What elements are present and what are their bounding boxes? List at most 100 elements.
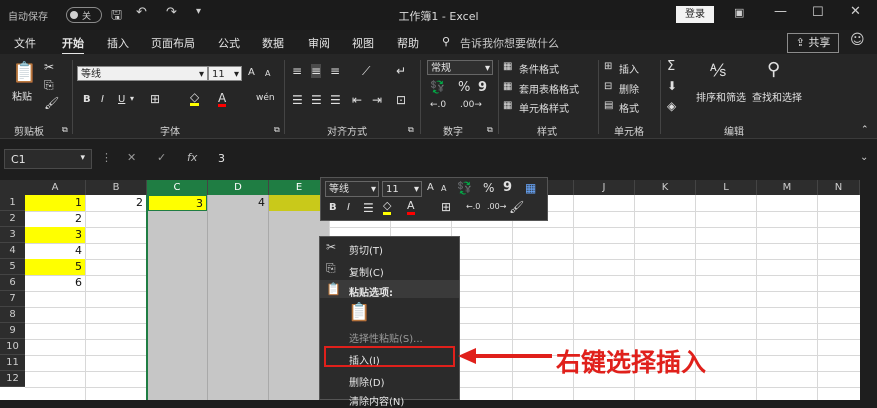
wrap-text-icon[interactable]: ↵ [396,64,406,78]
tab-data[interactable]: 数据 [262,35,284,51]
mini-italic-button[interactable]: I [347,202,350,213]
find-select-button[interactable]: 查找和选择 [752,89,802,104]
insert-function-button[interactable]: fx [187,151,197,164]
tab-page-layout[interactable]: 页面布局 [151,35,195,51]
expand-formula-icon[interactable]: ⌄ [860,152,868,163]
name-box[interactable]: C1 ▾ [4,149,92,169]
cell-a2[interactable]: 2 [25,211,85,227]
clear-icon[interactable]: ◈ [667,99,676,113]
column-header-b[interactable]: B [86,180,147,195]
cancel-icon[interactable]: ✕ [127,151,136,164]
cell-d1[interactable]: 4 [208,195,268,211]
menu-item-insert[interactable]: 插入(I) [349,352,380,367]
column-header-l[interactable]: L [696,180,757,195]
tab-insert[interactable]: 插入 [107,35,129,51]
row-header[interactable]: 10 [0,339,25,355]
mini-currency-icon[interactable]: 💱 [457,181,472,195]
mini-percent-button[interactable]: % [483,181,494,195]
search-hint[interactable]: 告诉我你想要做什么 [460,35,559,51]
align-right-icon[interactable]: ☰ [330,93,341,107]
cell-b1[interactable]: 2 [86,195,146,211]
mini-shrink-font-icon[interactable]: A [441,184,446,193]
merge-center-icon[interactable]: ⊡ [396,93,406,107]
tab-review[interactable]: 审阅 [308,35,330,51]
tab-view[interactable]: 视图 [352,35,374,51]
align-center-icon[interactable]: ☰ [311,93,322,107]
row-header[interactable]: 3 [0,227,25,243]
clipboard-launcher-icon[interactable]: ⧉ [62,125,68,135]
percent-button[interactable]: % [458,80,470,95]
row-header[interactable]: 5 [0,259,25,275]
mini-increase-decimal-icon[interactable]: ←.0 [466,202,480,211]
tab-formulas[interactable]: 公式 [218,35,240,51]
format-painter-icon[interactable]: 🖌 [44,96,59,110]
grow-font-icon[interactable]: A [248,67,255,78]
search-icon[interactable]: ⚲ [442,35,450,48]
delete-cells-button[interactable]: 删除 [619,81,639,96]
column-header-n[interactable]: N [818,180,860,195]
column-header-c[interactable]: C [147,180,208,195]
number-launcher-icon[interactable]: ⧉ [487,125,493,135]
cell-e1[interactable] [269,195,321,211]
row-header[interactable]: 1 [0,195,25,211]
conditional-format-button[interactable]: 条件格式 [519,61,559,76]
tab-file[interactable]: 文件 [14,35,36,51]
mini-font-color-button[interactable]: A [407,200,415,215]
alignment-launcher-icon[interactable]: ⧉ [408,125,414,135]
fill-color-icon[interactable]: ◇ [190,91,200,106]
font-color-button[interactable]: A [218,92,227,107]
menu-item-cut[interactable]: 剪切(T) [349,242,383,257]
copy-icon[interactable]: ⎘ [44,78,54,93]
row-header[interactable]: 12 [0,371,25,387]
increase-decimal-icon[interactable]: ←.0 [430,100,446,110]
mini-decrease-decimal-icon[interactable]: .00→ [487,202,506,211]
align-left-icon[interactable]: ☰ [292,93,303,107]
row-header[interactable]: 2 [0,211,25,227]
mini-grow-font-icon[interactable]: A [427,182,434,193]
cell-c1[interactable]: 3 [148,195,207,211]
mini-format-painter-icon[interactable]: 🖌 [509,200,524,214]
row-header[interactable]: 4 [0,243,25,259]
maximize-icon[interactable]: ☐ [812,5,824,20]
column-header-m[interactable]: M [757,180,818,195]
mini-fill-color-icon[interactable]: ◇ [383,200,392,215]
selected-range[interactable] [146,195,329,400]
font-size-select[interactable]: 11 ▾ [208,66,242,81]
format-cells-button[interactable]: 格式 [619,100,639,115]
login-button[interactable]: 登录 [676,6,714,23]
row-header[interactable]: 7 [0,291,25,307]
enter-icon[interactable]: ✓ [157,151,166,164]
menu-item-copy[interactable]: 复制(C) [349,264,384,279]
autosum-icon[interactable]: Σ [667,59,675,74]
mini-border-icon[interactable]: ⊞ [441,200,451,214]
share-button[interactable]: ⇪ 共享 [787,33,839,53]
align-bottom-icon[interactable]: ≡ [330,64,340,78]
cell-a5[interactable]: 5 [25,259,85,275]
paste-option-icon[interactable]: 📋 [348,302,370,323]
cell-a6[interactable]: 6 [25,275,85,291]
sort-filter-button[interactable]: 排序和筛选 [696,89,746,104]
cell-style-button[interactable]: 单元格样式 [519,100,569,115]
fill-icon[interactable]: ⬇ [667,79,677,93]
formula-input[interactable]: 3 [212,149,864,175]
mini-align-center-icon[interactable]: ☰ [363,201,374,215]
align-top-icon[interactable]: ≡ [292,64,302,78]
smiley-icon[interactable]: ☺ [850,32,865,48]
menu-item-clear[interactable]: 清除内容(N) [349,393,404,408]
row-header[interactable]: 9 [0,323,25,339]
column-header-d[interactable]: D [208,180,269,195]
column-header-j[interactable]: J [574,180,635,195]
chevron-down-icon[interactable]: ▾ [130,94,134,103]
orientation-icon[interactable]: ⟋ [362,64,370,79]
cut-icon[interactable]: ✂ [44,60,54,74]
collapse-ribbon-icon[interactable]: ⌃ [861,125,869,135]
tab-help[interactable]: 帮助 [397,35,419,51]
currency-icon[interactable]: 💱 [430,80,445,94]
mini-font-name-select[interactable]: 等线 ▾ [325,181,379,197]
font-name-select[interactable]: 等线 ▾ [77,66,208,81]
underline-button[interactable]: U [118,94,125,105]
bold-button[interactable]: B [83,94,91,105]
cell-a3[interactable]: 3 [25,227,85,243]
row-header[interactable]: 8 [0,307,25,323]
menu-item-paste-special[interactable]: 选择性粘贴(S)... [349,330,423,345]
